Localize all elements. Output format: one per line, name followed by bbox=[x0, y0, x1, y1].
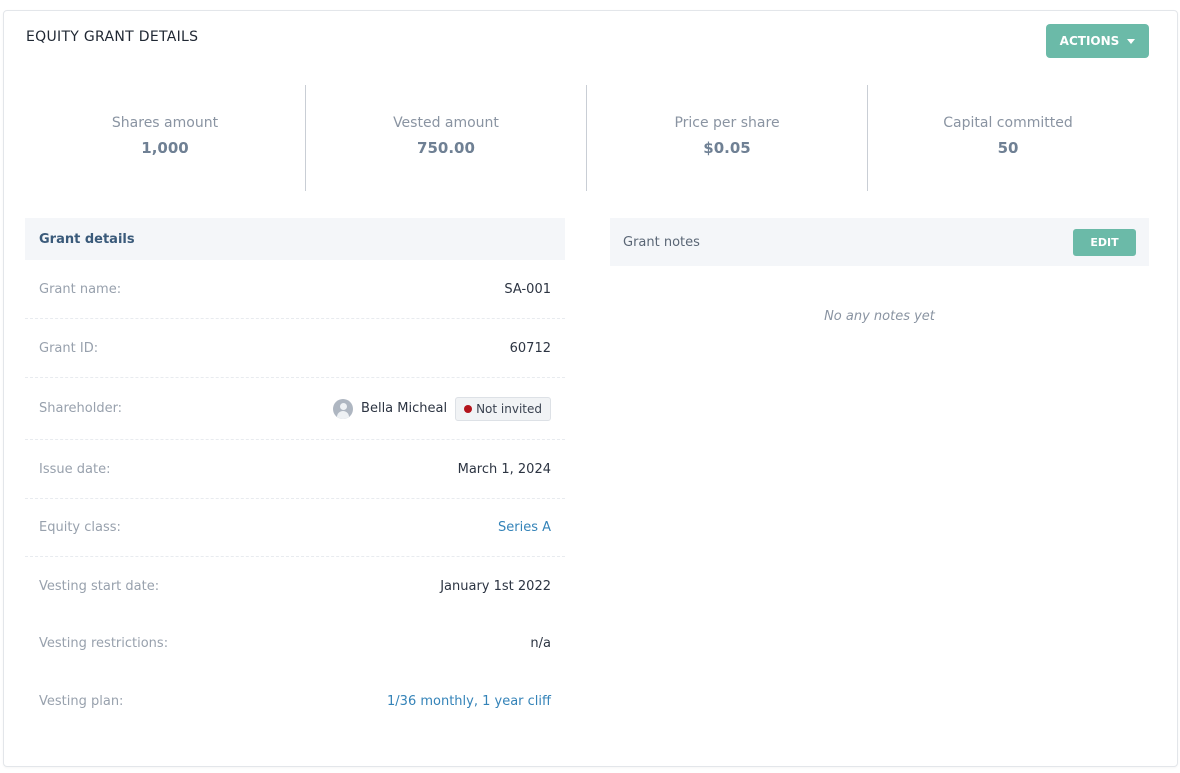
page-title: EQUITY GRANT DETAILS bbox=[26, 29, 199, 45]
row-vesting-start-date: Vesting start date: January 1st 2022 bbox=[25, 557, 565, 615]
status-badge: Not invited bbox=[455, 396, 551, 421]
row-value: March 1, 2024 bbox=[457, 461, 551, 477]
grant-notes-panel: Grant notes EDIT No any notes yet bbox=[610, 218, 1149, 324]
vesting-plan-link[interactable]: 1/36 monthly, 1 year cliff bbox=[387, 694, 551, 709]
row-label: Grant name: bbox=[39, 281, 122, 297]
stat-vested-amount: Vested amount 750.00 bbox=[306, 85, 587, 191]
stat-price-per-share: Price per share $0.05 bbox=[587, 85, 868, 191]
row-value: 60712 bbox=[509, 340, 551, 356]
stat-label: Shares amount bbox=[111, 115, 219, 131]
stat-value: $0.05 bbox=[703, 139, 751, 157]
row-label: Vesting start date: bbox=[39, 578, 160, 594]
grant-notes-header: Grant notes EDIT bbox=[610, 218, 1149, 266]
row-vesting-plan: Vesting plan: 1/36 monthly, 1 year cliff bbox=[25, 672, 565, 730]
actions-button-label: ACTIONS bbox=[1059, 34, 1120, 48]
summary-stats: Shares amount 1,000 Vested amount 750.00… bbox=[25, 85, 1148, 191]
actions-button[interactable]: ACTIONS bbox=[1046, 24, 1149, 58]
status-badge-label: Not invited bbox=[476, 401, 542, 416]
grant-notes-title: Grant notes bbox=[623, 234, 700, 250]
grant-details-header: Grant details bbox=[25, 218, 565, 260]
row-vesting-restrictions: Vesting restrictions: n/a bbox=[25, 615, 565, 672]
row-shareholder: Shareholder: Bella Micheal Not invited bbox=[25, 378, 565, 440]
edit-notes-button[interactable]: EDIT bbox=[1073, 228, 1136, 256]
row-value: January 1st 2022 bbox=[440, 578, 551, 594]
equity-class-link[interactable]: Series A bbox=[498, 520, 551, 535]
row-label: Vesting restrictions: bbox=[39, 636, 169, 651]
row-label: Grant ID: bbox=[39, 340, 99, 356]
row-grant-name: Grant name: SA-001 bbox=[25, 260, 565, 319]
stat-label: Capital committed bbox=[943, 115, 1073, 131]
stat-value: 1,000 bbox=[141, 139, 189, 157]
stat-capital-committed: Capital committed 50 bbox=[868, 85, 1148, 191]
caret-down-icon bbox=[1127, 39, 1136, 44]
row-label: Equity class: bbox=[39, 520, 121, 535]
stat-value: 50 bbox=[997, 139, 1019, 157]
stat-shares-amount: Shares amount 1,000 bbox=[25, 85, 306, 191]
stat-value: 750.00 bbox=[417, 139, 475, 157]
row-value: n/a bbox=[530, 636, 551, 651]
status-dot-icon bbox=[464, 404, 473, 413]
shareholder-name[interactable]: Bella Micheal bbox=[361, 401, 447, 416]
row-value: SA-001 bbox=[504, 281, 551, 297]
row-label: Vesting plan: bbox=[39, 693, 124, 709]
row-label: Issue date: bbox=[39, 461, 111, 477]
avatar-user-icon bbox=[333, 398, 354, 419]
row-label: Shareholder: bbox=[39, 401, 123, 416]
shareholder-value: Bella Micheal Not invited bbox=[333, 396, 551, 421]
stat-label: Vested amount bbox=[393, 115, 499, 131]
row-issue-date: Issue date: March 1, 2024 bbox=[25, 440, 565, 499]
row-equity-class: Equity class: Series A bbox=[25, 499, 565, 557]
empty-notes-message: No any notes yet bbox=[824, 309, 935, 324]
stat-label: Price per share bbox=[674, 115, 780, 131]
row-grant-id: Grant ID: 60712 bbox=[25, 319, 565, 378]
grant-details-panel: Grant details Grant name: SA-001 Grant I… bbox=[25, 218, 565, 730]
